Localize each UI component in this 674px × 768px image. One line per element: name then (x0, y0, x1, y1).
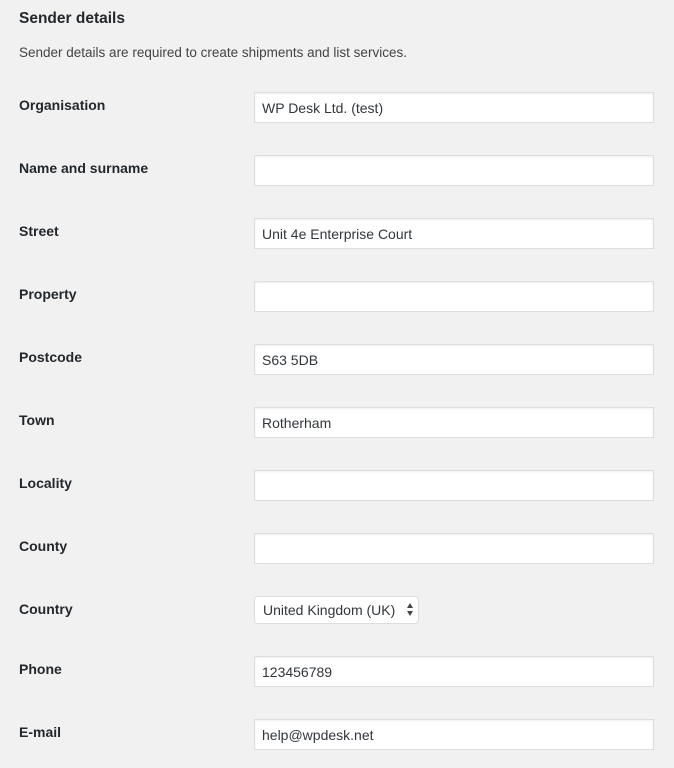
locality-row: Locality (0, 470, 674, 510)
section-description: Sender details are required to create sh… (19, 45, 407, 60)
property-label: Property (19, 286, 77, 302)
county-label: County (19, 538, 68, 554)
town-input[interactable] (254, 407, 654, 438)
select-arrows-icon (407, 603, 414, 617)
locality-input[interactable] (254, 470, 654, 501)
organisation-row: Organisation (0, 92, 674, 132)
country-row: Country United Kingdom (UK) (0, 596, 674, 636)
name-label: Name and surname (19, 160, 149, 176)
county-input[interactable] (254, 533, 654, 564)
phone-input[interactable] (254, 656, 654, 687)
country-select-value: United Kingdom (UK) (263, 602, 396, 618)
email-label: E-mail (19, 724, 62, 740)
email-row: E-mail (0, 719, 674, 759)
country-label: Country (19, 601, 73, 617)
phone-label: Phone (19, 661, 62, 677)
postcode-row: Postcode (0, 344, 674, 384)
country-select[interactable]: United Kingdom (UK) (254, 596, 419, 624)
locality-label: Locality (19, 475, 72, 491)
town-row: Town (0, 407, 674, 447)
street-label: Street (19, 223, 59, 239)
property-input[interactable] (254, 281, 654, 312)
postcode-input[interactable] (254, 344, 654, 375)
property-row: Property (0, 281, 674, 321)
street-row: Street (0, 218, 674, 258)
name-row: Name and surname (0, 155, 674, 195)
organisation-label: Organisation (19, 97, 106, 113)
name-input[interactable] (254, 155, 654, 186)
phone-row: Phone (0, 656, 674, 696)
section-title: Sender details (19, 10, 125, 27)
postcode-label: Postcode (19, 349, 83, 365)
county-row: County (0, 533, 674, 573)
email-input[interactable] (254, 719, 654, 750)
street-input[interactable] (254, 218, 654, 249)
town-label: Town (19, 412, 55, 428)
organisation-input[interactable] (254, 92, 654, 123)
